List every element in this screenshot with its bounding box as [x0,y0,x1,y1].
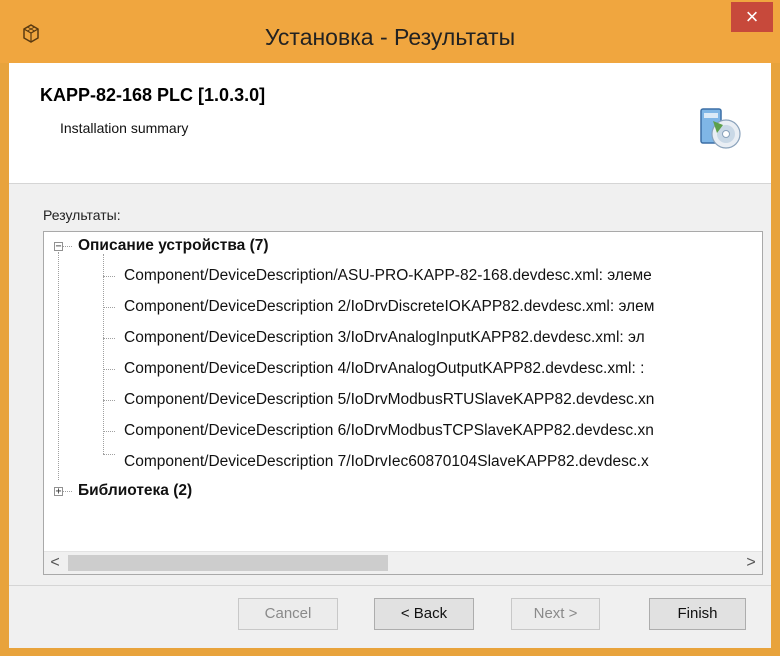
tree-item[interactable]: Component/DeviceDescription 5/IoDrvModbu… [124,391,654,409]
tree-connector [103,307,115,308]
expand-toggle-icon[interactable]: + [54,487,63,497]
tree-item[interactable]: Component/DeviceDescription 7/IoDrvIec60… [124,453,649,471]
tree-connector [103,276,115,277]
wizard-header: KAPP-82-168 PLC [1.0.3.0] Installation s… [9,63,771,184]
tree-item[interactable]: Component/DeviceDescription 3/IoDrvAnalo… [124,329,645,347]
scrollbar-thumb[interactable] [68,555,388,571]
results-tree[interactable]: − Описание устройства (7) Component/Devi… [43,231,763,575]
title-bar[interactable]: Установка - Результаты × [0,0,780,63]
cancel-button[interactable]: Cancel [238,598,338,630]
tree-item[interactable]: Component/DeviceDescription 4/IoDrvAnalo… [124,360,644,378]
tree-group-library[interactable]: Библиотека (2) [78,482,192,500]
tree-item[interactable]: Component/DeviceDescription 6/IoDrvModbu… [124,422,654,440]
tree-connector [103,338,115,339]
tree-connector [63,246,72,247]
collapse-toggle-icon[interactable]: − [54,242,63,252]
tree-connector [103,400,115,401]
tree-item[interactable]: Component/DeviceDescription 2/IoDrvDiscr… [124,298,654,316]
tree-connector [103,254,104,454]
scroll-left-arrow-icon[interactable]: < [44,552,66,574]
dialog-body: KAPP-82-168 PLC [1.0.3.0] Installation s… [9,63,771,648]
tree-connector [103,369,115,370]
horizontal-scrollbar[interactable]: < > [44,551,762,574]
tree-item[interactable]: Component/DeviceDescription/ASU-PRO-KAPP… [124,267,652,285]
window-title: Установка - Результаты [264,24,516,50]
tree-connector [63,491,72,492]
installer-window: Установка - Результаты × KAPP-82-168 PLC… [0,0,780,656]
next-button[interactable]: Next > [511,598,600,630]
tree-connector [103,431,115,432]
footer-divider [9,585,771,586]
close-button[interactable]: × [731,2,773,32]
finish-button[interactable]: Finish [649,598,746,630]
back-button[interactable]: < Back [374,598,474,630]
scroll-right-arrow-icon[interactable]: > [740,552,762,574]
tree-connector [58,252,59,480]
tree-connector [103,454,115,455]
product-title: KAPP-82-168 PLC [1.0.3.0] [40,85,266,105]
installer-disc-icon [700,108,741,149]
page-subtitle: Installation summary [60,120,189,136]
results-label: Результаты: [43,207,121,223]
tree-group-device-description[interactable]: Описание устройства (7) [78,237,269,255]
